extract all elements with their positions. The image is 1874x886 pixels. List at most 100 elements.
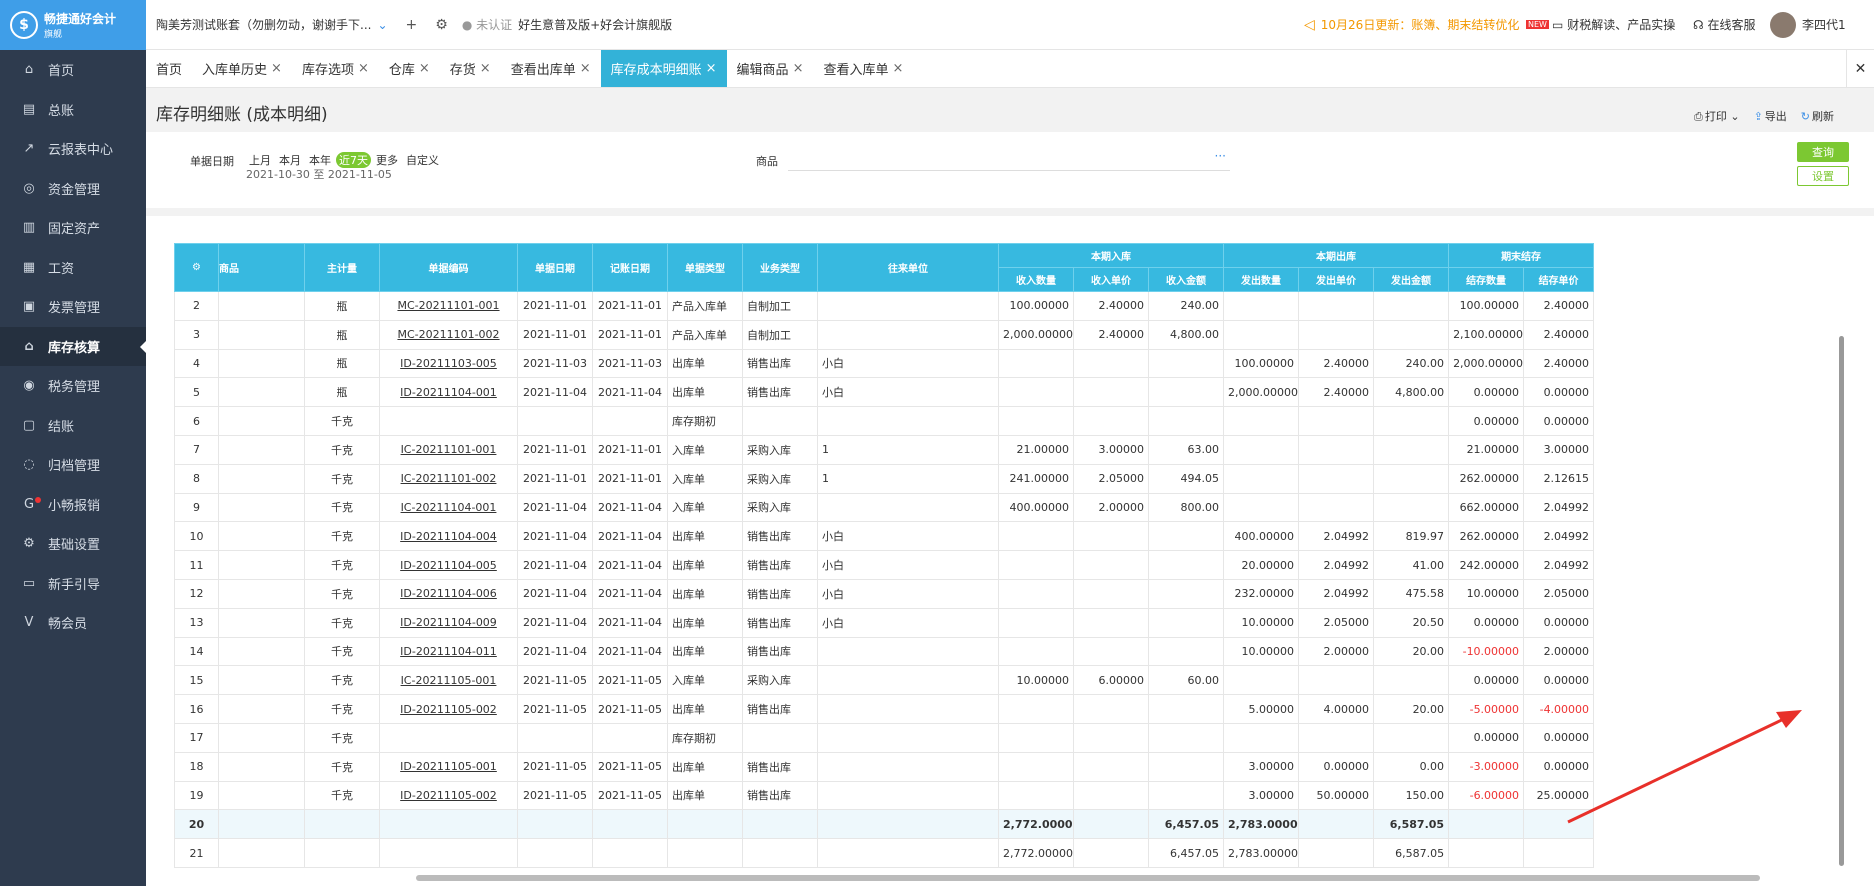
table-row[interactable]: 9 千克 IC-20211104-001 2021-11-04 2021-11-04 入库… — [174, 492, 1595, 523]
document-link[interactable]: MC-20211101-001 — [379, 291, 518, 321]
app-logo[interactable]: $ 畅捷通好会计 旗舰 — [0, 0, 146, 50]
table-row[interactable]: 8 千克 IC-20211101-002 2021-11-01 2021-11-01 入库… — [174, 463, 1595, 494]
table-row[interactable]: 2 瓶 MC-20211101-001 2021-11-01 2021-11-01 产品入… — [174, 291, 1595, 321]
column-group-header: 本期出库 — [1223, 243, 1450, 268]
nav-list: ⌂ 首页 ▤ 总账 ↗ 云报表中心 ◎ 资金管理 ▥ 固定资产 ▦ 工资 ▣ 发票管理 ⌂ 库存核算 ◉ 税务管理… — [0, 50, 146, 643]
news-link[interactable]: NEW ▭ 财税解读、产品实操 — [1526, 16, 1675, 33]
sidebar-item-4[interactable]: ▥ 固定资产 — [0, 208, 146, 248]
sidebar-item-0[interactable]: ⌂ 首页 — [0, 50, 146, 90]
sidebar-item-3[interactable]: ◎ 资金管理 — [0, 169, 146, 209]
document-link[interactable]: IC-20211105-001 — [379, 665, 518, 696]
document-link[interactable]: ID-20211105-001 — [379, 751, 518, 782]
close-icon[interactable]: × — [580, 61, 591, 76]
close-icon[interactable]: × — [358, 61, 369, 76]
table-row[interactable]: 10 千克 ID-20211104-004 2021-11-04 2021-11-04 出… — [174, 521, 1595, 552]
document-link[interactable]: ID-20211104-009 — [379, 607, 518, 638]
print-button[interactable]: ⎙ 打印 ⌄ — [1694, 108, 1740, 124]
sidebar-item-2[interactable]: ↗ 云报表中心 — [0, 129, 146, 169]
horizontal-scrollbar[interactable] — [416, 875, 1760, 881]
settings-button[interactable]: 设置 — [1797, 166, 1849, 186]
close-all-icon[interactable]: ✕ — [1846, 50, 1874, 88]
document-link[interactable]: ID-20211104-001 — [379, 377, 518, 408]
close-icon[interactable]: × — [892, 61, 903, 76]
table-row[interactable]: 17 千克 库存期初 0.00000 0.00000 — [174, 722, 1595, 753]
table-row[interactable]: 19 千克 ID-20211105-002 2021-11-05 2021-11-05 出… — [174, 780, 1595, 811]
document-link[interactable]: ID-20211104-005 — [379, 550, 518, 580]
sidebar-item-6[interactable]: ▣ 发票管理 — [0, 287, 146, 327]
user-menu[interactable]: 李四代1 — [1770, 11, 1846, 38]
tab-4[interactable]: 存货 × — [440, 50, 501, 87]
close-icon[interactable]: × — [419, 61, 430, 76]
product-input[interactable]: ··· — [788, 147, 1230, 171]
gear-icon[interactable]: ⚙ — [174, 243, 219, 292]
tab-0[interactable]: 首页 — [146, 50, 192, 87]
table-cell: 千克 — [304, 694, 380, 724]
divider — [146, 208, 1874, 216]
sidebar-item-5[interactable]: ▦ 工资 — [0, 248, 146, 288]
sidebar-item-11[interactable]: G 小畅报销 — [0, 485, 146, 525]
chevron-down-icon[interactable]: ⌄ — [377, 18, 387, 32]
sidebar-item-13[interactable]: ▭ 新手引导 — [0, 564, 146, 604]
document-link[interactable]: IC-20211101-001 — [379, 434, 518, 465]
table-row[interactable]: 3 瓶 MC-20211101-002 2021-11-01 2021-11-01 产品入… — [174, 319, 1595, 350]
table-cell — [1147, 550, 1225, 580]
table-row[interactable]: 16 千克 ID-20211105-002 2021-11-05 2021-11-05 出… — [174, 694, 1595, 724]
sidebar-item-1[interactable]: ▤ 总账 — [0, 90, 146, 130]
table-cell: 240.00 — [1147, 291, 1225, 321]
document-link[interactable]: ID-20211105-002 — [379, 780, 518, 811]
document-link[interactable]: ID-20211105-002 — [379, 694, 518, 724]
document-link[interactable]: ID-20211104-004 — [379, 521, 518, 552]
vertical-scrollbar[interactable] — [1839, 336, 1844, 866]
table-row[interactable]: 4 瓶 ID-20211103-005 2021-11-03 2021-11-03 出库单… — [174, 348, 1595, 379]
tab-2[interactable]: 库存选项 × — [292, 50, 379, 87]
document-link[interactable]: IC-20211104-001 — [379, 492, 518, 523]
more-icon[interactable]: ··· — [1215, 149, 1226, 163]
table-row[interactable]: 20 2,772.00000 6,457.05 2,783.00000 6,587.05 — [174, 809, 1595, 840]
sidebar-item-7[interactable]: ⌂ 库存核算 — [0, 326, 146, 366]
online-service-link[interactable]: ☊ 在线客服 — [1693, 16, 1756, 33]
unverified-badge[interactable]: ● 未认证 — [462, 16, 512, 33]
sidebar-item-12[interactable]: ⚙ 基础设置 — [0, 524, 146, 564]
tab-3[interactable]: 仓库 × — [379, 50, 440, 87]
date-range[interactable]: 2021-10-30 至 2021-11-05 — [246, 166, 392, 182]
tab-5[interactable]: 查看出库单 × — [501, 50, 601, 87]
document-link[interactable]: ID-20211104-006 — [379, 578, 518, 609]
table-row[interactable]: 14 千克 ID-20211104-011 2021-11-04 2021-11-04 出… — [174, 636, 1595, 667]
document-link[interactable]: IC-20211101-002 — [379, 463, 518, 494]
table-row[interactable]: 5 瓶 ID-20211104-001 2021-11-04 2021-11-04 出库单… — [174, 377, 1595, 408]
table-row[interactable]: 15 千克 IC-20211105-001 2021-11-05 2021-11-05 入… — [174, 665, 1595, 696]
table-row[interactable]: 11 千克 ID-20211104-005 2021-11-04 2021-11-04 出… — [174, 550, 1595, 580]
table-row[interactable]: 12 千克 ID-20211104-006 2021-11-04 2021-11-04 出… — [174, 578, 1595, 609]
tab-6[interactable]: 库存成本明细账 × — [600, 50, 727, 87]
table-row[interactable]: 13 千克 ID-20211104-009 2021-11-04 2021-11-04 出… — [174, 607, 1595, 638]
document-link[interactable]: MC-20211101-002 — [379, 319, 518, 350]
table-row[interactable]: 18 千克 ID-20211105-001 2021-11-05 2021-11-05 出… — [174, 751, 1595, 782]
close-icon[interactable]: × — [793, 61, 804, 76]
tab-bar: 首页 入库单历史 × 库存选项 × 仓库 × 存货 × 查看出库单 × 库存成本明细账 × 编辑商品 × 查看… — [146, 50, 1874, 88]
table-row[interactable]: 7 千克 IC-20211101-001 2021-11-01 2021-11-01 入库… — [174, 434, 1595, 465]
document-link[interactable]: ID-20211104-011 — [379, 636, 518, 667]
close-icon[interactable]: × — [706, 61, 717, 76]
tab-1[interactable]: 入库单历史 × — [192, 50, 292, 87]
sidebar-item-9[interactable]: ▢ 结账 — [0, 406, 146, 446]
period-option[interactable]: 自定义 — [403, 152, 442, 168]
table-row[interactable]: 21 2,772.00000 6,457.05 2,783.00000 6,587.05 — [174, 838, 1595, 868]
sidebar-item-8[interactable]: ◉ 税务管理 — [0, 366, 146, 406]
sidebar-item-14[interactable]: V 畅会员 — [0, 603, 146, 643]
document-link[interactable]: ID-20211103-005 — [379, 348, 518, 379]
query-button[interactable]: 查询 — [1797, 142, 1849, 162]
update-notice[interactable]: ◁ 10月26日更新：账簿、期末结转优化 — [1304, 16, 1519, 33]
close-icon[interactable]: × — [480, 61, 491, 76]
export-button[interactable]: ⇪ 导出 — [1754, 108, 1787, 124]
table-cell — [218, 406, 305, 436]
table-cell: 241.00000 — [998, 463, 1074, 494]
tab-8[interactable]: 查看入库单 × — [813, 50, 913, 87]
table-row[interactable]: 6 千克 库存期初 0.00000 0.00000 — [174, 406, 1595, 436]
account-selector[interactable]: 陶美芳测试账套（勿删勿动，谢谢手下... — [156, 16, 371, 33]
close-icon[interactable]: × — [271, 61, 282, 76]
add-icon[interactable]: + — [406, 17, 418, 33]
sidebar-item-10[interactable]: ◌ 归档管理 — [0, 445, 146, 485]
gear-icon[interactable]: ⚙ — [435, 17, 448, 33]
tab-7[interactable]: 编辑商品 × — [727, 50, 814, 87]
refresh-button[interactable]: ↻ 刷新 — [1801, 108, 1834, 124]
